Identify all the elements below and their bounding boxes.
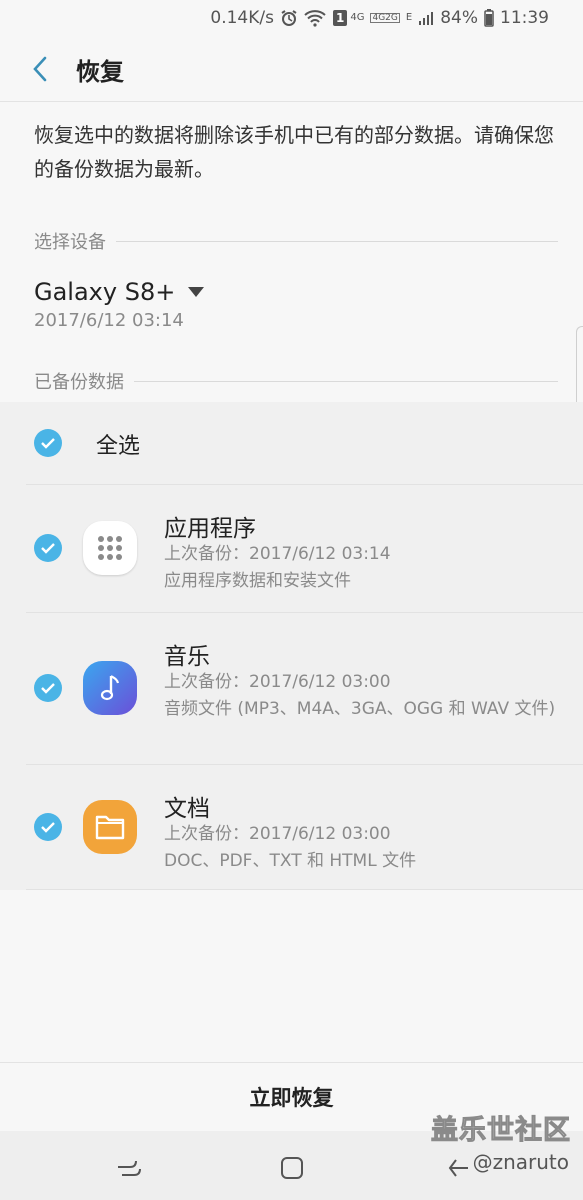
back-nav-button[interactable]: [444, 1153, 474, 1183]
app-bar: 恢复: [0, 36, 583, 102]
list-item-documents[interactable]: 文档 上次备份：2017/6/12 03:00 DOC、PDF、TXT 和 HT…: [0, 765, 583, 890]
recent-apps-icon: [118, 1160, 141, 1176]
select-all-checkbox[interactable]: [34, 429, 62, 457]
device-name: Galaxy S8+: [34, 278, 176, 306]
sim-top-label: 4G: [372, 13, 386, 23]
back-arrow-icon: [448, 1159, 468, 1177]
list-item-last-backup: 上次备份：2017/6/12 03:14: [164, 544, 391, 564]
checkmark-icon: [41, 683, 55, 694]
documents-checkbox[interactable]: [34, 813, 62, 841]
chevron-left-icon: [33, 56, 47, 82]
header-divider: [0, 101, 583, 102]
device-backup-date: 2017/6/12 03:14: [34, 310, 184, 331]
back-button[interactable]: [10, 39, 70, 99]
list-item-detail: 音频文件 (MP3、M4A、3GA、OGG 和 WAV 文件): [164, 699, 556, 719]
network-type-4g: 4G: [350, 12, 365, 23]
battery-icon: [484, 9, 494, 27]
list-item-title: 音乐: [164, 644, 210, 670]
status-bar: 0.14K/s 1 4G 4G 2G E 84% 11:39: [0, 0, 583, 36]
device-section-label: 选择设备: [34, 232, 106, 253]
folder-icon: [83, 800, 137, 854]
watermark-username: @znaruto: [472, 1150, 569, 1174]
checkmark-icon: [41, 543, 55, 554]
alarm-icon: [280, 9, 298, 27]
music-note-icon: [83, 661, 137, 715]
wifi-icon: [304, 9, 326, 27]
section-divider: [116, 240, 558, 242]
restore-warning-text: 恢复选中的数据将删除该手机中已有的部分数据。请确保您的备份数据为最新。: [34, 123, 554, 181]
dropdown-arrow-icon: [188, 287, 205, 297]
apps-grid-icon: [83, 521, 137, 575]
section-divider: [134, 380, 558, 382]
backup-section-header: 已备份数据: [34, 367, 558, 395]
dual-sim-indicator: 4G 2G: [370, 13, 400, 23]
list-item-apps[interactable]: 应用程序 上次备份：2017/6/12 03:14 应用程序数据和安装文件: [0, 485, 583, 613]
list-item-last-backup: 上次备份：2017/6/12 03:00: [164, 824, 391, 844]
device-dropdown[interactable]: Galaxy S8+: [34, 274, 205, 310]
backup-list: 全选 应用程序 上次备份：2017/6/12 03:14 应用程序数据和安装文件: [0, 402, 583, 890]
home-icon: [281, 1157, 303, 1179]
list-item-detail: DOC、PDF、TXT 和 HTML 文件: [164, 851, 417, 871]
home-button[interactable]: [277, 1153, 307, 1183]
page-title: 恢复: [76, 57, 124, 86]
watermark-logo: 盖乐世社区: [431, 1115, 571, 1147]
network-speed: 0.14K/s: [210, 8, 274, 28]
list-item-title: 应用程序: [164, 516, 256, 542]
select-all-row[interactable]: 全选: [0, 402, 583, 485]
list-item-detail: 应用程序数据和安装文件: [164, 571, 351, 591]
sim-bottom-label: 2G: [385, 13, 398, 23]
clock: 11:39: [500, 8, 549, 28]
device-section-header: 选择设备: [34, 227, 558, 255]
row-divider: [26, 889, 583, 890]
music-checkbox[interactable]: [34, 674, 62, 702]
apps-checkbox[interactable]: [34, 534, 62, 562]
signal-icon: [418, 10, 434, 26]
select-all-label: 全选: [96, 434, 141, 459]
checkmark-icon: [41, 822, 55, 833]
list-item-last-backup: 上次备份：2017/6/12 03:00: [164, 672, 391, 692]
sim-slot-icon: 1: [332, 9, 347, 27]
recent-apps-button[interactable]: [114, 1153, 144, 1183]
battery-percent: 84%: [440, 8, 478, 28]
sim-slot-number: 1: [335, 11, 345, 25]
list-item-title: 文档: [164, 796, 210, 822]
data-e-label: E: [405, 12, 413, 23]
checkmark-icon: [41, 438, 55, 449]
list-item-music[interactable]: 音乐 上次备份：2017/6/12 03:00 音频文件 (MP3、M4A、3G…: [0, 613, 583, 765]
backup-section-label: 已备份数据: [34, 372, 124, 393]
